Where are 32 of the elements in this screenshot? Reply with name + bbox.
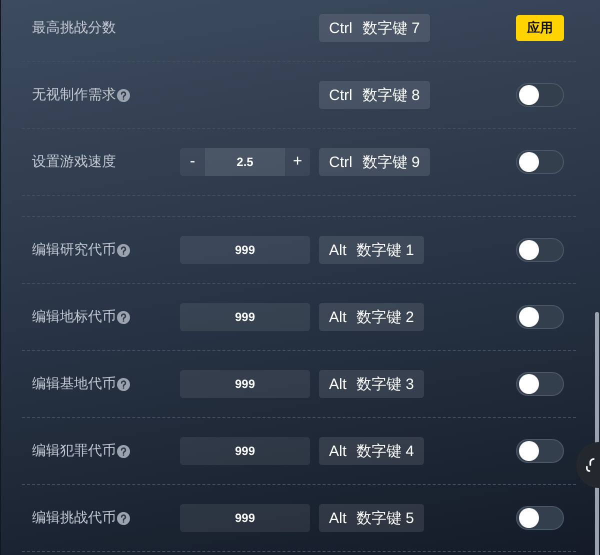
hotkey-chip: Ctrl 数字键 8 — [319, 81, 430, 109]
setting-label: 最高挑战分数 — [32, 19, 116, 37]
decrement-button[interactable]: - — [180, 148, 205, 176]
toggle-switch[interactable] — [516, 83, 564, 107]
help-icon[interactable] — [117, 378, 130, 390]
toggle-switch[interactable] — [516, 150, 564, 174]
toggle-switch[interactable] — [516, 506, 564, 530]
help-icon[interactable] — [117, 512, 130, 524]
hotkey-chip: Ctrl 数字键 7 — [319, 14, 430, 42]
help-icon[interactable] — [117, 310, 130, 324]
toggle-switch[interactable] — [516, 305, 564, 329]
setting-label: 编辑地标代币 — [32, 308, 116, 326]
help-icon[interactable] — [117, 244, 130, 256]
setting-label: 无视制作需求 — [32, 86, 116, 104]
hotkey-chip: Alt 数字键 4 — [319, 437, 424, 465]
help-icon[interactable] — [117, 88, 130, 102]
setting-label: 编辑基地代币 — [32, 375, 116, 393]
toggle-switch[interactable] — [516, 372, 564, 396]
setting-label: 编辑挑战代币 — [32, 509, 116, 527]
hotkey-chip: Alt 数字键 1 — [319, 236, 424, 264]
apply-button[interactable]: 应用 — [516, 15, 564, 41]
toggle-switch[interactable] — [516, 238, 564, 262]
setting-label: 设置游戏速度 — [32, 153, 116, 171]
hotkey-chip: Alt 数字键 3 — [319, 370, 424, 398]
setting-label: 编辑研究代币 — [32, 241, 116, 259]
help-icon[interactable] — [117, 444, 130, 458]
hotkey-chip: Alt 数字键 5 — [319, 504, 424, 532]
toggle-switch[interactable] — [516, 439, 564, 463]
increment-button[interactable]: + — [285, 148, 310, 176]
hotkey-chip: Ctrl 数字键 9 — [319, 148, 430, 176]
hotkey-chip: Alt 数字键 2 — [319, 303, 424, 331]
setting-label: 编辑犯罪代币 — [32, 442, 116, 460]
